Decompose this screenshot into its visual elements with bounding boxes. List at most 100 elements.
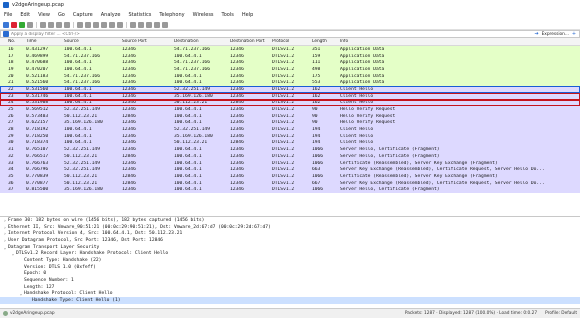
- menu-telephony[interactable]: Telephony: [155, 12, 188, 18]
- packet-row[interactable]: 18 0.470688 100.64.4.1 12346 54.71.237.166 12…: [0, 59, 580, 67]
- capture-options-icon[interactable]: [27, 21, 33, 28]
- packet-protocol: DTLSv1.2: [272, 173, 295, 179]
- packet-source: 100.64.4.1: [64, 46, 92, 52]
- packet-time: 0.766517: [26, 153, 49, 159]
- go-forward-icon[interactable]: [93, 21, 99, 28]
- packet-row[interactable]: 28 0.718192 100.64.4.1 12346 52.32.251.149 12…: [0, 126, 580, 133]
- menu-wireless[interactable]: Wireless: [189, 12, 218, 18]
- packet-row[interactable]: 29 0.718250 100.64.4.1 12346 35.169.126.180 1…: [0, 132, 580, 140]
- close-file-icon[interactable]: [56, 21, 62, 28]
- packet-row[interactable]: 22 0.531560 100.64.4.1 12346 52.32.251.149 12…: [0, 86, 580, 93]
- menu-help[interactable]: Help: [238, 12, 257, 18]
- save-file-icon[interactable]: [48, 21, 54, 28]
- packet-protocol: DTLSv1.2: [272, 53, 295, 59]
- packet-row[interactable]: 32 0.766517 50.112.23.21 12846 100.64.4.1 123…: [0, 153, 580, 160]
- packet-no: 18: [8, 60, 14, 66]
- detail-tree-node[interactable]: Version: DTLS 1.0 (0xfeff): [0, 264, 580, 271]
- normal-size-icon[interactable]: [154, 21, 160, 28]
- menu-tools[interactable]: Tools: [218, 12, 238, 18]
- detail-tree-node[interactable]: Length: 127: [0, 284, 580, 291]
- packet-length: 663: [312, 167, 321, 173]
- go-to-packet-icon[interactable]: [101, 21, 107, 28]
- packet-time: 0.815500: [26, 187, 49, 193]
- packet-row[interactable]: 37 0.815500 35.169.126.180 12346 100.64.4.1 1…: [0, 186, 580, 194]
- packet-row[interactable]: 30 0.718374 100.64.4.1 12346 50.112.23.21 128…: [0, 139, 580, 147]
- detail-text: Sequence Number: 1: [24, 278, 74, 284]
- menu-go[interactable]: Go: [54, 12, 69, 18]
- packet-row[interactable]: 31 0.765107 52.32.251.149 12346 100.64.4.1 12…: [0, 146, 580, 153]
- col-header-length[interactable]: Length: [312, 39, 340, 44]
- detail-text: DTLSv1.2 Record Layer: Handshake Protoco…: [16, 251, 169, 257]
- packet-row[interactable]: 27 0.622157 35.169.126.180 12346 100.64.4.1 1…: [0, 119, 580, 127]
- col-header-source[interactable]: Source: [64, 39, 122, 44]
- packet-row[interactable]: 35 0.770839 50.112.23.21 12846 100.64.4.1 123…: [0, 173, 580, 180]
- col-header-destination-port[interactable]: Destination Port: [230, 39, 272, 44]
- detail-tree-node[interactable]: Sequence Number: 1: [0, 277, 580, 284]
- packet-row[interactable]: 17 0.469899 54.71.237.166 12346 100.64.4.1 12…: [0, 52, 580, 60]
- go-back-icon[interactable]: [85, 21, 91, 28]
- status-profile[interactable]: Profile: Default: [545, 311, 577, 316]
- menu-view[interactable]: View: [34, 12, 54, 18]
- packet-row[interactable]: 16 0.431297 100.64.4.1 12346 54.71.237.166 12…: [0, 46, 580, 53]
- first-packet-icon[interactable]: [109, 21, 115, 28]
- detail-tree-node[interactable]: Epoch: 0: [0, 271, 580, 278]
- stop-capture-icon[interactable]: [11, 21, 17, 28]
- detail-tree-node[interactable]: ⌄ DTLSv1.2 Record Layer: Handshake Protoc…: [0, 250, 580, 257]
- start-capture-icon[interactable]: [3, 21, 9, 28]
- packet-info: Application Data: [340, 73, 385, 79]
- add-filter-button-icon[interactable]: +: [571, 31, 577, 37]
- packet-source: 52.32.251.149: [64, 107, 100, 113]
- open-file-icon[interactable]: [40, 21, 46, 28]
- packet-info: Application Data: [340, 60, 385, 66]
- packet-row[interactable]: 26 0.573403 50.112.23.21 12846 100.64.4.1 123…: [0, 112, 580, 120]
- detail-tree-node[interactable]: ⌄ Datagram Transport Layer Security: [0, 244, 580, 251]
- col-header-protocol[interactable]: Protocol: [272, 39, 312, 44]
- packet-row[interactable]: 19 0.470207 100.64.4.1 12346 54.71.237.166 12…: [0, 66, 580, 73]
- col-header-destination[interactable]: Destination: [174, 39, 230, 44]
- col-header-info[interactable]: Info: [340, 39, 580, 44]
- packet-source: 50.112.23.21: [64, 113, 98, 119]
- packet-source: 52.32.251.149: [64, 147, 100, 153]
- zoom-out-icon[interactable]: [146, 21, 152, 28]
- detail-tree-node[interactable]: Handshake Type: Client Hello (1): [0, 297, 580, 304]
- menu-file[interactable]: File: [0, 12, 16, 18]
- col-header-source-port[interactable]: Source Port: [122, 39, 174, 44]
- zoom-in-icon[interactable]: [138, 21, 144, 28]
- packet-row[interactable]: 20 0.521183 54.71.237.166 12346 100.64.4.1 12…: [0, 72, 580, 80]
- display-filter-input[interactable]: [11, 31, 534, 37]
- packet-row[interactable]: 36 0.770877 50.112.23.21 12846 100.64.4.1 123…: [0, 179, 580, 187]
- col-header-no[interactable]: No.: [8, 39, 26, 44]
- packet-protocol: DTLSv1.2: [272, 73, 295, 79]
- reload-icon[interactable]: [64, 21, 70, 28]
- packet-row[interactable]: 34 0.766796 52.32.251.149 12346 100.64.4.1 12…: [0, 166, 580, 174]
- packet-row[interactable]: 24 0.531908 100.64.4.1 12346 50.112.23.21 128…: [0, 99, 580, 107]
- menu-capture[interactable]: Capture: [69, 12, 97, 18]
- packet-length: 1066: [312, 147, 324, 153]
- expression-button[interactable]: Expression...: [542, 32, 569, 37]
- packet-destination: 50.112.23.21: [174, 140, 208, 146]
- detail-tree-node[interactable]: › Ethernet II, Src: Vmware_90:51:21 (00:0…: [0, 224, 580, 231]
- packet-protocol: DTLSv1.2: [272, 153, 295, 159]
- packet-row[interactable]: 33 0.766763 52.32.251.149 12346 100.64.4.1 12…: [0, 159, 580, 167]
- menu-edit[interactable]: Edit: [16, 12, 34, 18]
- restart-capture-icon[interactable]: [19, 21, 25, 28]
- detail-tree-node[interactable]: › Internet Protocol Version 4, Src: 100.6…: [0, 230, 580, 237]
- colorize-icon[interactable]: [130, 21, 136, 28]
- detail-tree-node[interactable]: › Frame 30: 182 bytes on wire (1456 bits)…: [0, 217, 580, 224]
- packet-row[interactable]: 25 0.569512 52.32.251.149 12346 100.64.4.1 12…: [0, 106, 580, 113]
- packet-row[interactable]: 23 0.531746 100.64.4.1 12346 35.169.126.180 1…: [0, 92, 580, 100]
- col-header-time[interactable]: Time: [26, 39, 64, 44]
- packet-row[interactable]: 21 0.521560 54.71.237.166 12346 100.64.4.1 12…: [0, 79, 580, 87]
- detail-tree-node[interactable]: ⌄ Handshake Protocol: Client Hello: [0, 291, 580, 298]
- packet-source-port: 12346: [122, 66, 136, 72]
- menu-analyze[interactable]: Analyze: [97, 12, 125, 18]
- bookmark-filter-icon[interactable]: [3, 31, 9, 37]
- menu-statistics[interactable]: Statistics: [124, 12, 155, 18]
- apply-filter-arrow-icon[interactable]: ➔: [534, 31, 540, 37]
- detail-tree-node[interactable]: Content Type: Handshake (22): [0, 257, 580, 264]
- packet-source: 50.112.23.21: [64, 173, 98, 179]
- detail-tree-node[interactable]: › User Datagram Protocol, Src Port: 12346…: [0, 237, 580, 244]
- resize-columns-icon[interactable]: [162, 21, 168, 28]
- last-packet-icon[interactable]: [117, 21, 123, 28]
- find-packet-icon[interactable]: [77, 21, 83, 28]
